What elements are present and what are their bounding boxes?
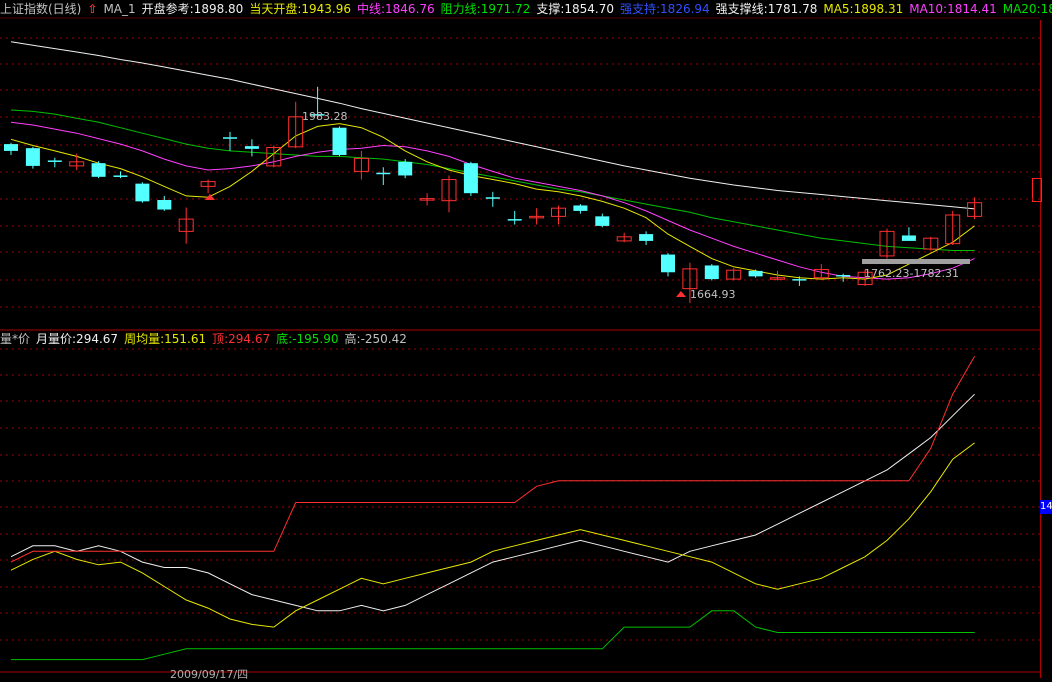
low-annotation: 1664.93	[690, 288, 736, 301]
right-axis	[1040, 20, 1052, 678]
candle-body	[485, 197, 500, 199]
candle-body	[573, 205, 588, 211]
bottom-line	[11, 610, 975, 661]
candle-body	[398, 161, 413, 176]
support-range-bar	[862, 259, 970, 264]
candle-body	[507, 219, 522, 221]
chart-canvas[interactable]	[0, 0, 1040, 678]
candle-body	[135, 183, 150, 202]
candle-body	[661, 254, 675, 273]
date-label: 2009/09/17/四	[170, 668, 249, 681]
candle-body	[91, 163, 106, 177]
ma20-line	[10, 109, 975, 251]
week-line	[10, 442, 975, 628]
candle-body	[748, 270, 763, 277]
candle-body	[463, 163, 478, 194]
candle-body	[792, 279, 807, 281]
candle-body	[704, 265, 719, 280]
candle-body	[157, 200, 172, 210]
candle-body	[223, 137, 237, 139]
candle-body	[244, 146, 259, 149]
candle-body	[901, 235, 916, 241]
candle-body	[47, 160, 62, 162]
right-value-badge: 14	[1040, 500, 1052, 514]
ma-white-line	[10, 41, 975, 210]
candle-body	[4, 144, 18, 151]
candle-body	[836, 275, 851, 277]
candle-body	[25, 148, 40, 166]
candle-body	[332, 127, 347, 155]
peak-annotation: 1983.28	[302, 110, 348, 123]
candle-body	[595, 216, 610, 226]
range-annotation: 1762.23-1782.31	[864, 267, 959, 280]
top-line	[10, 356, 976, 563]
candle-body	[113, 175, 128, 177]
candle-body	[639, 234, 654, 241]
low-arrow-icon	[676, 291, 686, 297]
candle-body	[376, 172, 391, 175]
